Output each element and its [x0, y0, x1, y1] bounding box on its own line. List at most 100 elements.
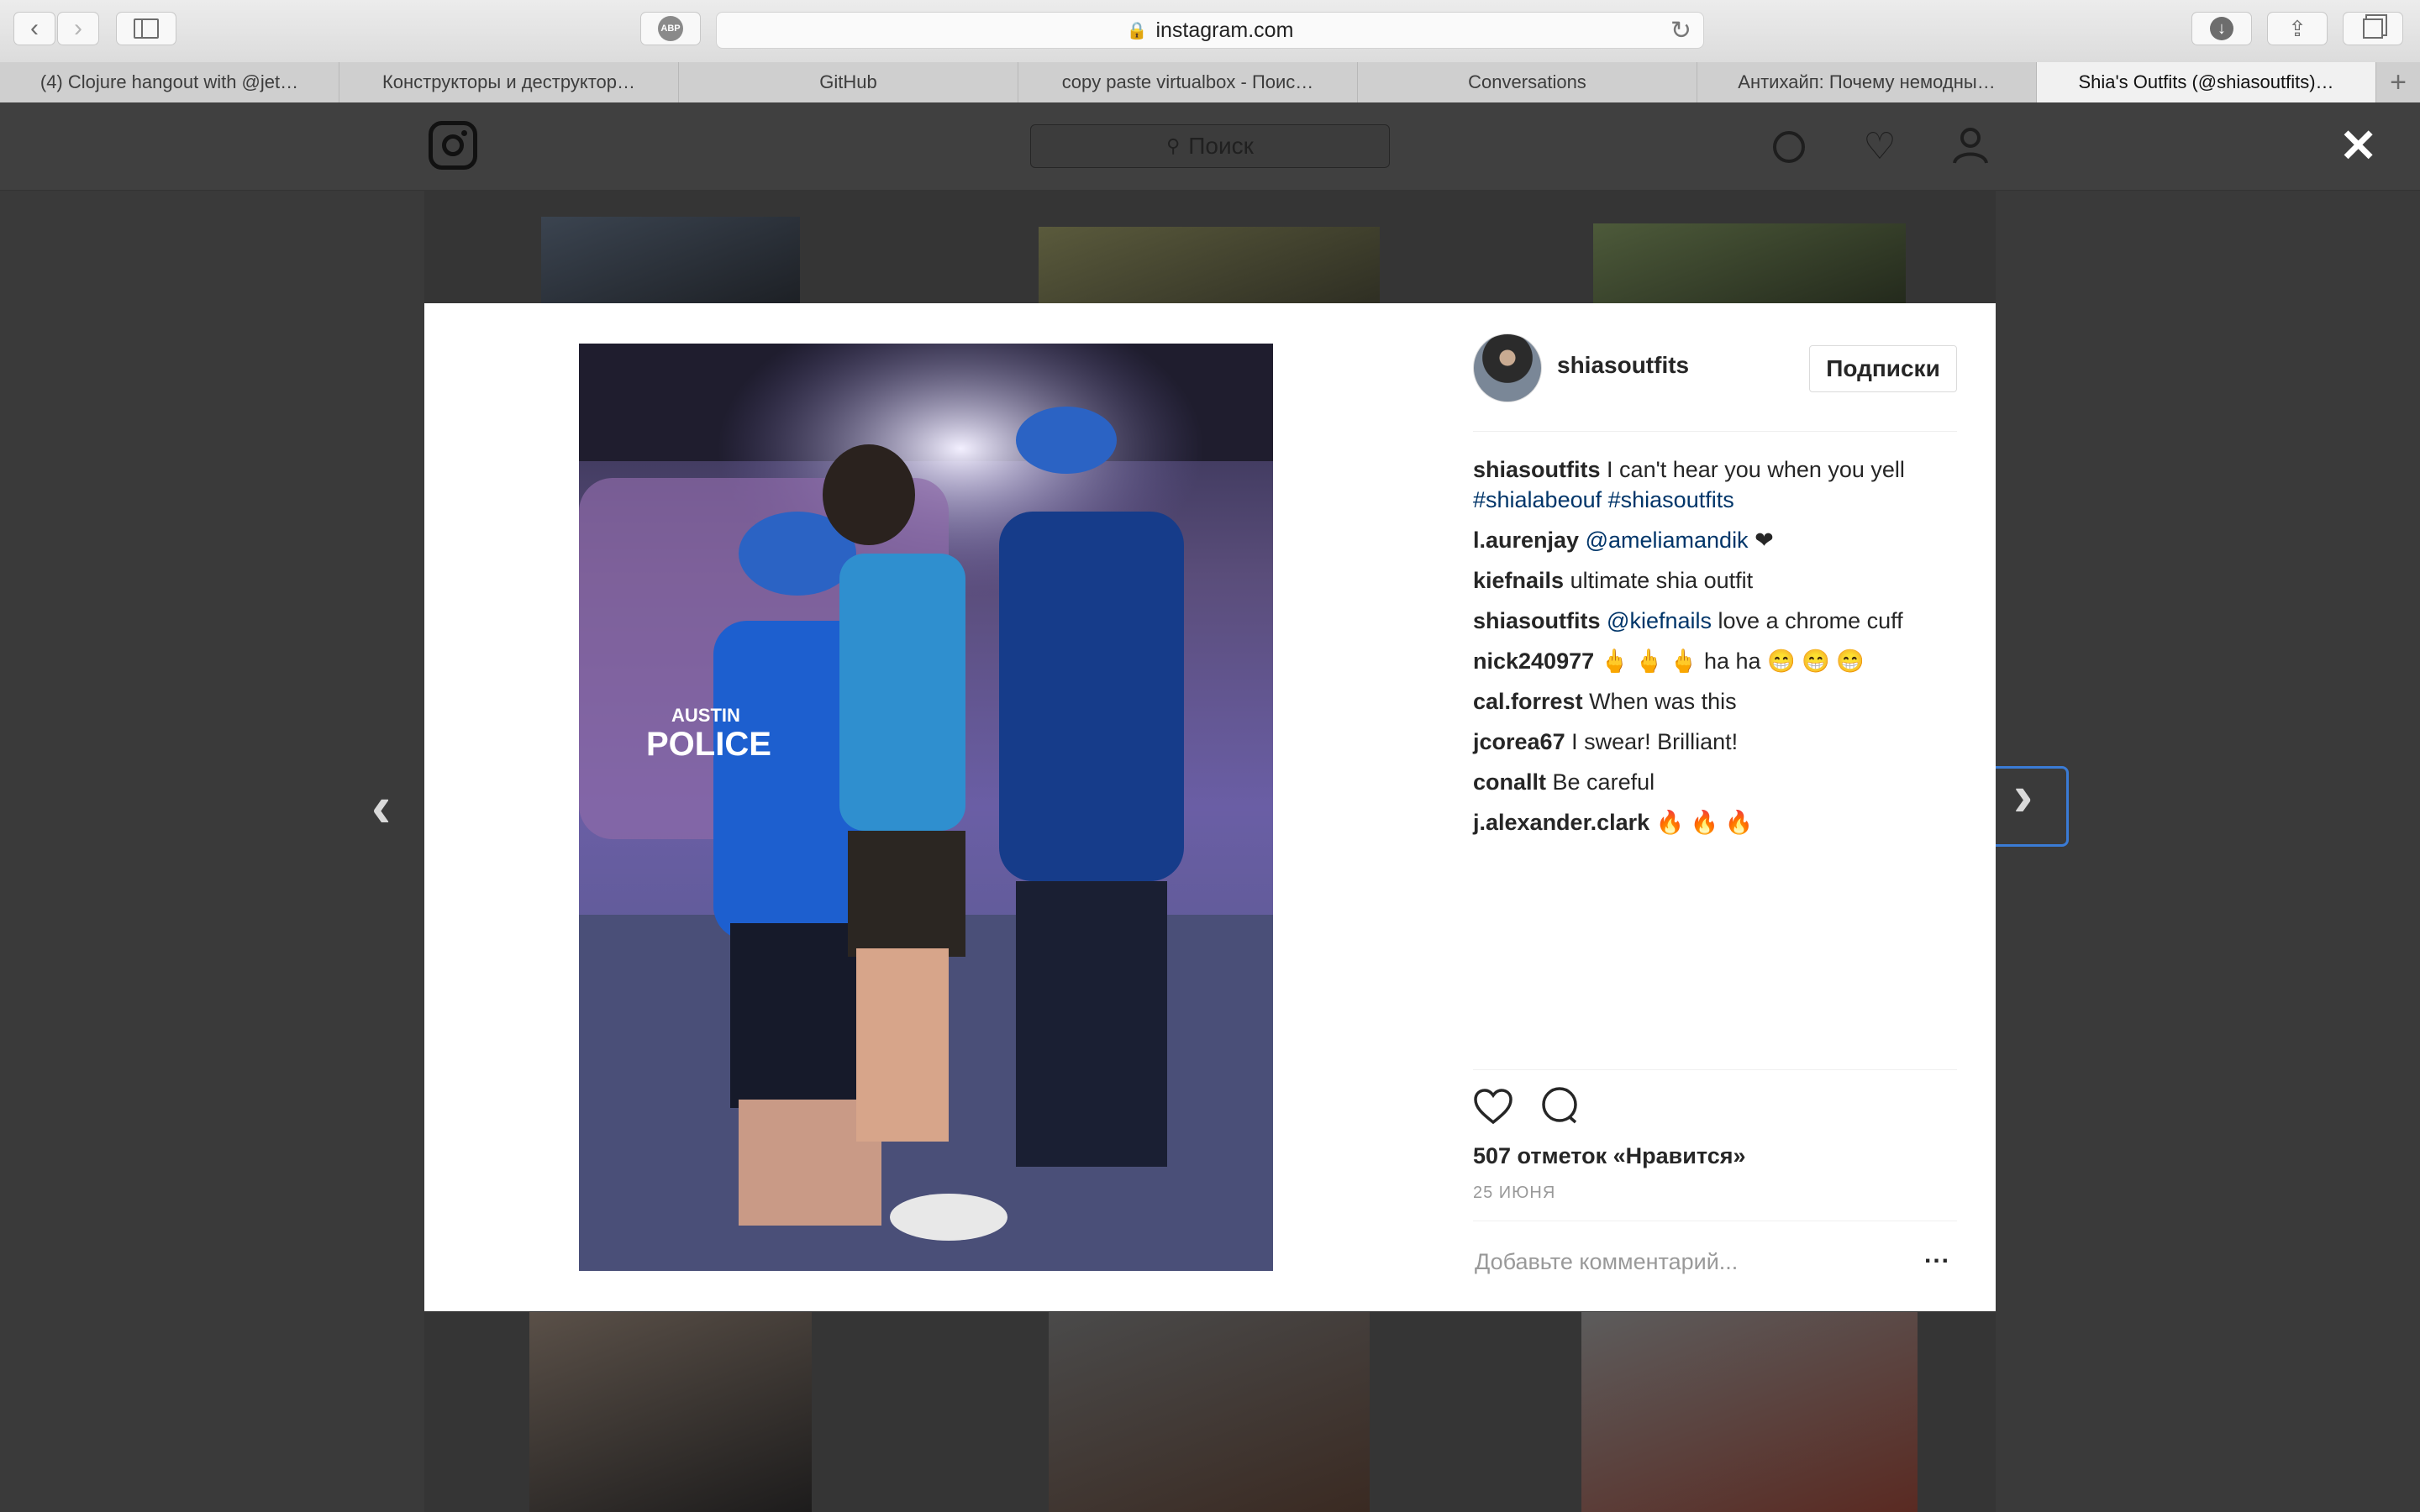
comment-input[interactable]: Добавьте комментарий...: [1475, 1249, 1738, 1275]
tab-label: GitHub: [819, 71, 877, 92]
downloads-button[interactable]: ↓: [2191, 12, 2252, 45]
divider: [1473, 1069, 1957, 1070]
tab-label: Conversations: [1468, 71, 1586, 92]
share-icon: ⇪: [2288, 15, 2307, 41]
tab-item[interactable]: (4) Clojure hangout with @jet…: [0, 62, 339, 102]
comment-user[interactable]: j.alexander.clark: [1473, 810, 1649, 835]
reload-icon[interactable]: ↻: [1670, 16, 1691, 45]
comment-text: ultimate shia outfit: [1570, 568, 1754, 593]
forward-button[interactable]: ›: [57, 12, 99, 45]
comment-item: cal.forrest When was this: [1473, 686, 1957, 717]
avatar[interactable]: [1473, 333, 1542, 402]
heart-icon[interactable]: ♡: [1859, 126, 1901, 168]
likes-count[interactable]: 507 отметок «Нравится»: [1473, 1143, 1745, 1169]
download-icon: ↓: [2210, 17, 2233, 40]
search-input[interactable]: ⚲ Поиск: [1030, 124, 1390, 168]
previous-post-arrow-icon[interactable]: ‹: [371, 773, 391, 840]
tab-bar: (4) Clojure hangout with @jet… Конструкт…: [0, 62, 2420, 103]
comment-text: love a chrome cuff: [1718, 608, 1903, 633]
post-sidebar: shiasoutfits Подписки shiasoutfits I can…: [1473, 333, 1957, 1283]
sidebar-icon: [134, 18, 159, 39]
tabs-icon: [2363, 18, 2383, 39]
comment-mention[interactable]: @ameliamandik: [1586, 528, 1749, 553]
post-modal: AUSTIN POLICE shiasoutfits Подписки shia…: [424, 303, 1996, 1311]
share-button[interactable]: ⇪: [2267, 12, 2328, 45]
post-username[interactable]: shiasoutfits: [1557, 352, 1689, 379]
abp-button[interactable]: ABP: [640, 12, 701, 45]
comment-text: 🔥 🔥 🔥: [1655, 810, 1754, 835]
tab-label: (4) Clojure hangout with @jet…: [39, 71, 299, 92]
grid-thumbnail[interactable]: [1593, 223, 1906, 311]
profile-icon[interactable]: [1949, 126, 1991, 168]
comment-text: ❤: [1754, 528, 1774, 553]
tabs-overview-button[interactable]: [2343, 12, 2403, 45]
tab-label: Антихайп: Почему немодны…: [1738, 71, 1996, 92]
comment-user[interactable]: shiasoutfits: [1473, 457, 1601, 482]
tab-label: Конструкторы и деструктор…: [381, 71, 636, 92]
comment-user[interactable]: cal.forrest: [1473, 689, 1583, 714]
comment-user[interactable]: kiefnails: [1473, 568, 1564, 593]
comment-user[interactable]: l.aurenjay: [1473, 528, 1579, 553]
address-text: instagram.com: [1155, 18, 1294, 42]
comment-bubble-icon[interactable]: [1540, 1086, 1579, 1129]
tab-item[interactable]: GitHub: [679, 62, 1018, 102]
lock-icon: 🔒: [1126, 21, 1148, 40]
divider: [1473, 431, 1957, 432]
browser-toolbar: ‹ › ABP 🔒 instagram.com ↻ ↓ ⇪: [0, 0, 2420, 63]
search-icon: ⚲: [1166, 135, 1181, 156]
post-date: 25 ИЮНЯ: [1473, 1184, 1556, 1202]
tab-label: copy paste virtualbox - Поис…: [1061, 71, 1314, 92]
instagram-logo-icon[interactable]: [429, 121, 477, 170]
grid-thumbnail[interactable]: [1581, 1312, 1918, 1512]
post-actions: [1473, 1086, 1579, 1129]
comment-text: I swear! Brilliant!: [1571, 729, 1739, 754]
search-placeholder: Поиск: [1188, 133, 1254, 159]
comment-user[interactable]: jcorea67: [1473, 729, 1565, 754]
comment-hashtags[interactable]: #shialabeouf #shiasoutfits: [1473, 487, 1734, 512]
post-photo: AUSTIN POLICE: [579, 344, 1273, 1271]
back-button[interactable]: ‹: [13, 12, 55, 45]
comment-item: l.aurenjay @ameliamandik ❤: [1473, 525, 1957, 555]
comment-user[interactable]: conallt: [1473, 769, 1546, 795]
abp-icon: ABP: [658, 16, 683, 41]
address-bar[interactable]: 🔒 instagram.com ↻: [716, 12, 1704, 49]
follow-button[interactable]: Подписки: [1809, 345, 1957, 392]
post-photo-illustration: AUSTIN POLICE: [579, 344, 1273, 1271]
photo-police-badge-line1: AUSTIN: [671, 705, 740, 726]
tab-item[interactable]: Антихайп: Почему немодны…: [1697, 62, 2037, 102]
comment-user[interactable]: shiasoutfits: [1473, 608, 1601, 633]
close-icon[interactable]: ✕: [2339, 119, 2377, 172]
comment-item: conallt Be careful: [1473, 767, 1957, 797]
comment-item: shiasoutfits @kiefnails love a chrome cu…: [1473, 606, 1957, 636]
explore-icon[interactable]: [1768, 126, 1810, 168]
comments-list: shiasoutfits I can't hear you when you y…: [1473, 454, 1957, 848]
next-post-arrow-icon: ›: [2013, 763, 2033, 828]
grid-thumbnail[interactable]: [541, 217, 800, 309]
sidebar-button[interactable]: [116, 12, 176, 45]
like-heart-icon[interactable]: [1473, 1088, 1513, 1129]
grid-thumbnail[interactable]: [529, 1312, 812, 1512]
comment-item: kiefnails ultimate shia outfit: [1473, 565, 1957, 596]
photo-police-badge-line2: POLICE: [646, 726, 771, 763]
comment-user[interactable]: nick240977: [1473, 648, 1594, 674]
tab-item[interactable]: Конструкторы и деструктор…: [339, 62, 679, 102]
tab-item[interactable]: Conversations: [1358, 62, 1697, 102]
comment-text: When was this: [1589, 689, 1737, 714]
comment-text: I can't hear you when you yell: [1607, 457, 1905, 482]
tab-label: Shia's Outfits (@shiasoutfits)…: [2078, 71, 2334, 92]
grid-thumbnail[interactable]: [1049, 1312, 1370, 1512]
comment-mention[interactable]: @kiefnails: [1607, 608, 1712, 633]
comment-item: j.alexander.clark 🔥 🔥 🔥: [1473, 807, 1957, 837]
tab-item[interactable]: copy paste virtualbox - Поис…: [1018, 62, 1358, 102]
tab-item-active[interactable]: Shia's Outfits (@shiasoutfits)…: [2037, 62, 2376, 102]
new-tab-button[interactable]: +: [2376, 62, 2420, 102]
more-options-icon[interactable]: ...: [1924, 1241, 1950, 1269]
comment-text: Be careful: [1552, 769, 1655, 795]
grid-thumbnail[interactable]: [1039, 227, 1380, 311]
ig-header: ⚲ Поиск ♡: [0, 102, 2420, 191]
comment-item: nick240977 🖕 🖕 🖕 ha ha 😁 😁 😁: [1473, 646, 1957, 676]
comment-item: shiasoutfits I can't hear you when you y…: [1473, 454, 1957, 515]
next-post-button[interactable]: ›: [1995, 763, 2069, 847]
comment-text: 🖕 🖕 🖕 ha ha 😁 😁 😁: [1600, 648, 1865, 674]
comment-item: jcorea67 I swear! Brilliant!: [1473, 727, 1957, 757]
